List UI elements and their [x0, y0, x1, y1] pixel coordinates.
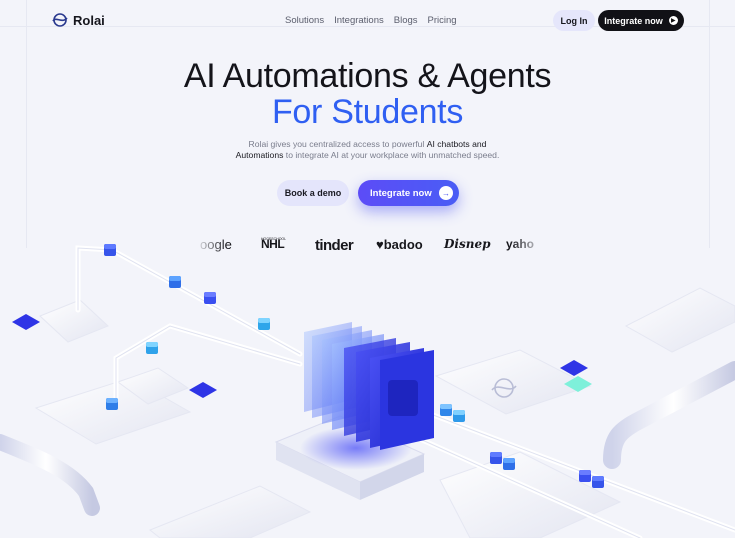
- pipe-left: [0, 434, 100, 516]
- tile-left: [12, 314, 40, 330]
- logo-tinder: tinder: [315, 237, 354, 254]
- nav-link-blogs[interactable]: Blogs: [394, 15, 418, 26]
- nav-link-solutions[interactable]: Solutions: [285, 15, 324, 26]
- arrow-right-icon: →: [439, 186, 453, 200]
- hero-subtitle-bold1: AI chatbots and: [426, 139, 487, 149]
- hero-subtitle-bold2: Automations: [235, 150, 284, 160]
- brand-logo[interactable]: Rolai: [52, 12, 105, 28]
- hero-title-line2: For Students: [271, 93, 464, 131]
- logos-fade-left: [195, 232, 225, 260]
- logo-badoo-text: badoo: [383, 237, 423, 252]
- integrate-now-hero-button[interactable]: Integrate now →: [358, 180, 459, 206]
- nav-link-pricing[interactable]: Pricing: [428, 15, 457, 26]
- nav-link-integrations[interactable]: Integrations: [334, 15, 384, 26]
- logo-disney: Disnep: [444, 237, 491, 251]
- logo-nhl-subtitle: HOGESCHOOL: [261, 237, 287, 241]
- arrow-right-icon: ▶: [668, 16, 678, 25]
- integrate-now-nav-button[interactable]: Integrate now ▶: [598, 10, 684, 31]
- tile-mid: [189, 382, 217, 398]
- hero-subtitle-part2: to integrate AI at your workplace with u…: [283, 150, 500, 160]
- book-demo-button[interactable]: Book a demo: [277, 180, 349, 206]
- brand-name: Rolai: [73, 12, 105, 28]
- integrate-now-hero-label: Integrate now: [370, 187, 432, 199]
- logo-badoo: ♥ badoo: [376, 237, 423, 252]
- integrate-now-nav-label: Integrate now: [604, 15, 663, 26]
- login-button[interactable]: Log In: [553, 10, 595, 31]
- rolai-logo-icon: [52, 13, 68, 27]
- hero-subtitle: Rolai gives you centralized access to po…: [0, 139, 735, 161]
- hero-title: AI Automations & Agents For Students: [0, 58, 735, 130]
- partner-logos: oogle NHL HOGESCHOOL tinder ♥badoo Disne…: [200, 237, 540, 259]
- pipe-right: [603, 361, 735, 469]
- top-nav: Rolai Solutions Integrations Blogs Prici…: [0, 0, 735, 40]
- hero-illustration: [0, 244, 735, 538]
- logos-fade-right: [510, 232, 546, 260]
- hero-title-line1: AI Automations & Agents: [183, 57, 552, 95]
- nav-links: Solutions Integrations Blogs Pricing: [285, 15, 457, 26]
- hero-subtitle-part1: Rolai gives you centralized access to po…: [248, 139, 427, 149]
